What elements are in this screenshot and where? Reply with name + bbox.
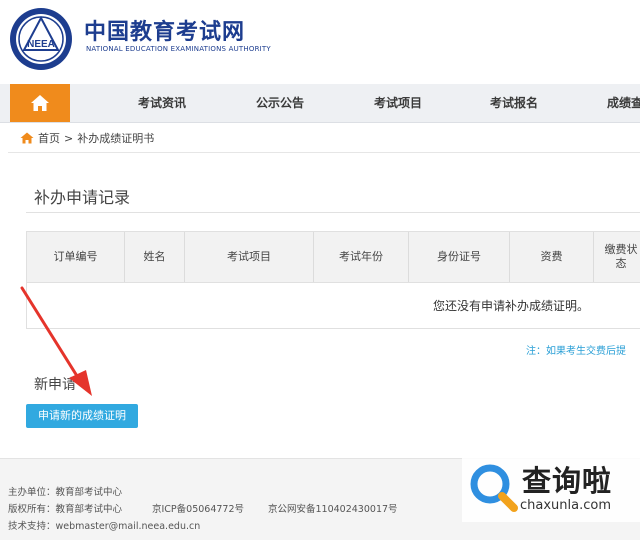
footer-tech-support: 技术支持：webmaster@mail.neea.edu.cn <box>8 521 201 532</box>
watermark-url: chaxunla.com <box>520 498 611 513</box>
watermark: 查询啦 chaxunla.com <box>462 456 640 522</box>
footer-copyright: 版权所有：教育部考试中心 <box>8 504 123 515</box>
footer-organizer: 主办单位：教育部考试中心 <box>8 487 123 498</box>
footer-icp[interactable]: 京ICP备05064772号 <box>152 501 244 515</box>
watermark-title: 查询啦 <box>522 464 613 498</box>
footer-police-record[interactable]: 京公网安备110402430017号 <box>268 501 398 515</box>
search-magnifier-icon <box>470 464 518 512</box>
